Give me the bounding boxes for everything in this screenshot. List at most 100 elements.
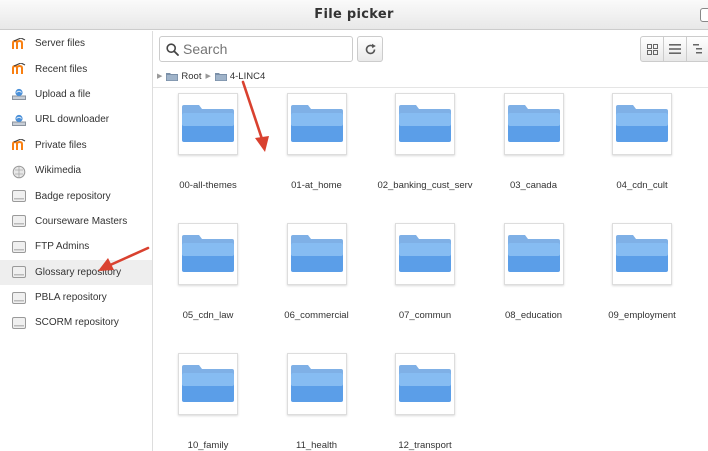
folder-icon — [398, 233, 452, 276]
folder-name: 11_health — [295, 440, 338, 451]
sidebar-item-private-files[interactable]: Private files — [0, 133, 152, 158]
repository-list: Server files Recent files Upload a file URL… — [0, 31, 152, 336]
tree-view-icon — [693, 44, 702, 54]
repository-icon — [12, 240, 26, 253]
breadcrumb: ▶ Root ▶ 4-LINC4 — [157, 69, 269, 83]
sidebar-item-server-files[interactable]: Server files — [0, 31, 152, 56]
upload-icon — [12, 114, 26, 126]
file-picker-window: File picker Server files Recent files Uplo… — [0, 0, 708, 451]
sidebar-item-label: Upload a file — [35, 88, 91, 100]
refresh-icon — [365, 43, 376, 54]
folder-icon — [507, 103, 561, 146]
sidebar-item-glossary-repository[interactable]: Glossary repository — [0, 259, 152, 285]
sidebar-item-upload-a-file[interactable]: Upload a file — [0, 82, 152, 107]
title-bar: File picker — [0, 0, 708, 30]
folder-item[interactable]: 01-at_home — [267, 91, 367, 196]
folder-thumbnail[interactable] — [612, 93, 672, 155]
folder-icon — [181, 103, 235, 146]
folder-item[interactable]: 11_health — [267, 351, 367, 451]
sidebar-item-courseware-masters[interactable]: Courseware Masters — [0, 209, 152, 234]
folder-thumbnail[interactable] — [503, 223, 564, 285]
breadcrumb-item-current[interactable]: 4-LINC4 — [214, 71, 265, 82]
view-mode-buttons — [640, 36, 708, 62]
sidebar-item-url-downloader[interactable]: URL downloader — [0, 107, 152, 132]
folder-thumbnail[interactable] — [395, 223, 455, 285]
sidebar-item-label: Glossary repository — [35, 266, 122, 278]
folder-name: 00-all-themes — [179, 180, 237, 191]
folder-thumbnail[interactable] — [178, 93, 238, 155]
folder-item[interactable]: 00-all-themes — [158, 91, 258, 196]
repository-sidebar: Server files Recent files Upload a file URL… — [0, 31, 153, 451]
moodle-icon — [12, 62, 26, 75]
folder-icon — [290, 103, 344, 146]
folder-name: 05_cdn_law — [182, 310, 234, 321]
folder-thumbnail[interactable] — [286, 93, 347, 155]
sidebar-item-label: PBLA repository — [35, 292, 107, 304]
close-checkbox[interactable] — [700, 8, 708, 22]
folder-name: 02_banking_cust_serv — [377, 180, 473, 191]
folder-thumbnail[interactable] — [612, 223, 672, 285]
folder-icon — [181, 363, 235, 406]
search-box[interactable] — [159, 36, 353, 62]
search-icon — [166, 42, 179, 56]
folder-item[interactable]: 03_canada — [484, 91, 584, 196]
folder-thumbnail[interactable] — [503, 93, 564, 155]
sidebar-item-label: FTP Admins — [35, 241, 90, 253]
folder-icon — [398, 103, 452, 146]
folder-item[interactable]: 02_banking_cust_serv — [375, 91, 475, 196]
repository-icon — [12, 215, 26, 228]
sidebar-item-label: Private files — [35, 139, 87, 151]
sidebar-item-label: Wikimedia — [35, 165, 82, 177]
sidebar-item-scorm-repository[interactable]: SCORM repository — [0, 310, 152, 335]
folder-name: 06_commercial — [284, 310, 349, 321]
folder-item[interactable]: 07_commun — [375, 221, 475, 326]
search-input[interactable] — [183, 41, 343, 57]
folder-item[interactable]: 06_commercial — [267, 221, 367, 326]
folder-thumbnail[interactable] — [178, 223, 238, 285]
sidebar-item-label: URL downloader — [35, 114, 110, 126]
sidebar-item-label: Courseware Masters — [35, 215, 128, 227]
folder-name: 12_transport — [398, 440, 452, 451]
folder-thumbnail[interactable] — [286, 353, 347, 415]
repository-icon — [12, 291, 26, 304]
repository-icon — [12, 266, 26, 279]
folder-name: 09_employment — [608, 310, 676, 321]
breadcrumb-divider — [153, 87, 708, 88]
icon-view-button[interactable] — [640, 36, 664, 62]
sidebar-item-recent-files[interactable]: Recent files — [0, 56, 152, 81]
folder-thumbnail[interactable] — [286, 223, 347, 285]
breadcrumb-item-root[interactable]: Root — [166, 71, 201, 82]
folder-item[interactable]: 08_education — [484, 221, 584, 326]
breadcrumb-arrow-icon: ▶ — [157, 73, 163, 80]
list-view-icon — [669, 44, 681, 54]
folder-item[interactable]: 05_cdn_law — [158, 221, 258, 326]
sidebar-item-label: Badge repository — [35, 190, 111, 202]
folder-thumbnail[interactable] — [395, 353, 455, 415]
folder-thumbnail[interactable] — [178, 353, 238, 415]
refresh-button[interactable] — [357, 36, 383, 62]
folder-icon — [615, 233, 669, 276]
window-title: File picker — [314, 7, 394, 22]
moodle-icon — [12, 138, 26, 151]
folder-icon — [181, 233, 235, 276]
sidebar-item-badge-repository[interactable]: Badge repository — [0, 183, 152, 208]
folder-icon — [290, 233, 344, 276]
folder-item[interactable]: 10_family — [158, 351, 258, 451]
folder-icon — [398, 363, 452, 406]
repository-icon — [12, 316, 26, 329]
folder-thumbnail[interactable] — [395, 93, 455, 155]
list-view-button[interactable] — [663, 36, 687, 62]
folder-item[interactable]: 09_employment — [592, 221, 692, 326]
main-panel: ▶ Root ▶ 4-LINC4 00-all-themes 01-at_home… — [153, 31, 708, 451]
folder-icon — [507, 233, 561, 276]
tree-view-button[interactable] — [686, 36, 708, 62]
sidebar-item-wikimedia[interactable]: Wikimedia — [0, 158, 152, 183]
folder-item[interactable]: 12_transport — [375, 351, 475, 451]
sidebar-item-ftp-admins[interactable]: FTP Admins — [0, 234, 152, 259]
sidebar-item-pbla-repository[interactable]: PBLA repository — [0, 285, 152, 310]
moodle-icon — [12, 37, 26, 50]
folder-icon — [615, 103, 669, 146]
folder-name: 07_commun — [398, 310, 452, 321]
folder-item[interactable]: 04_cdn_cult — [592, 91, 692, 196]
folder-name: 04_cdn_cult — [616, 180, 668, 191]
